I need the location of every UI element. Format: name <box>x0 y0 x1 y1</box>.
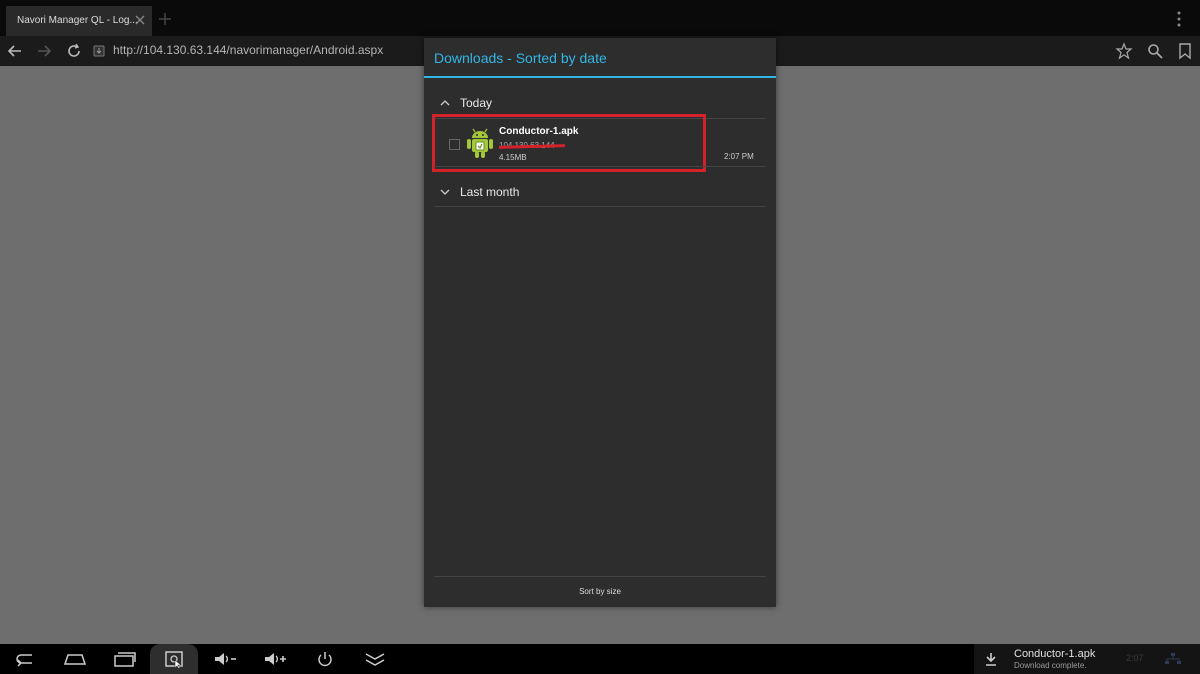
tab-strip: Navori Manager QL - Log... <box>0 0 1200 36</box>
back-icon[interactable] <box>12 650 38 668</box>
screenshot-icon[interactable] <box>161 650 187 668</box>
title-divider <box>424 76 776 78</box>
group-label: Today <box>460 96 493 110</box>
back-icon[interactable] <box>6 42 24 60</box>
new-tab-icon[interactable] <box>156 10 174 28</box>
system-bar: Conductor-1.apk Download complete. 2:07 <box>0 644 1200 674</box>
network-icon <box>1165 653 1181 664</box>
forward-icon[interactable] <box>35 42 53 60</box>
star-icon[interactable] <box>1115 42 1133 60</box>
chevron-up-icon <box>440 100 450 106</box>
recent-apps-icon[interactable] <box>112 650 138 668</box>
dialog-title: Downloads - Sorted by date <box>434 50 607 66</box>
download-notification[interactable]: Conductor-1.apk Download complete. 2:07 <box>974 644 1200 674</box>
search-icon[interactable] <box>1146 42 1164 60</box>
close-icon[interactable] <box>134 14 146 26</box>
downloads-dialog: Downloads - Sorted by date Today Conduct… <box>424 38 776 607</box>
item-size: 4.15MB <box>499 153 527 162</box>
divider <box>434 576 766 577</box>
sort-button-label: Sort by size <box>579 587 621 596</box>
divider <box>434 166 766 167</box>
url-bar[interactable]: http://104.130.63.144/navorimanager/Andr… <box>113 43 383 57</box>
group-header-last-month[interactable]: Last month <box>434 179 766 209</box>
item-time: 2:07 PM <box>724 152 754 161</box>
volume-up-icon[interactable] <box>262 650 288 668</box>
android-apk-icon <box>467 128 493 158</box>
browser-tab[interactable]: Navori Manager QL - Log... <box>6 6 152 36</box>
notification-title: Conductor-1.apk <box>1014 648 1096 660</box>
page-info-icon[interactable] <box>92 44 106 58</box>
notification-subtitle: Download complete. <box>1014 661 1087 670</box>
chevron-down-icon <box>440 189 450 195</box>
power-icon[interactable] <box>312 650 338 668</box>
tab-title: Navori Manager QL - Log... <box>17 15 138 26</box>
volume-down-icon[interactable] <box>212 650 238 668</box>
bookmarks-icon[interactable] <box>1176 42 1194 60</box>
collapse-bar-icon[interactable] <box>362 650 388 668</box>
reload-icon[interactable] <box>65 42 83 60</box>
sort-by-size-button[interactable]: Sort by size <box>434 578 766 606</box>
download-icon <box>986 653 996 666</box>
item-checkbox[interactable] <box>449 139 460 150</box>
divider <box>434 206 766 207</box>
group-label: Last month <box>460 185 520 199</box>
clock-text: 2:07 <box>1126 653 1144 663</box>
overflow-menu-icon[interactable] <box>1176 11 1182 27</box>
home-icon[interactable] <box>62 650 88 668</box>
item-filename: Conductor-1.apk <box>499 126 579 137</box>
download-item[interactable]: Conductor-1.apk 104.130.63.144 4.15MB <box>432 114 706 172</box>
